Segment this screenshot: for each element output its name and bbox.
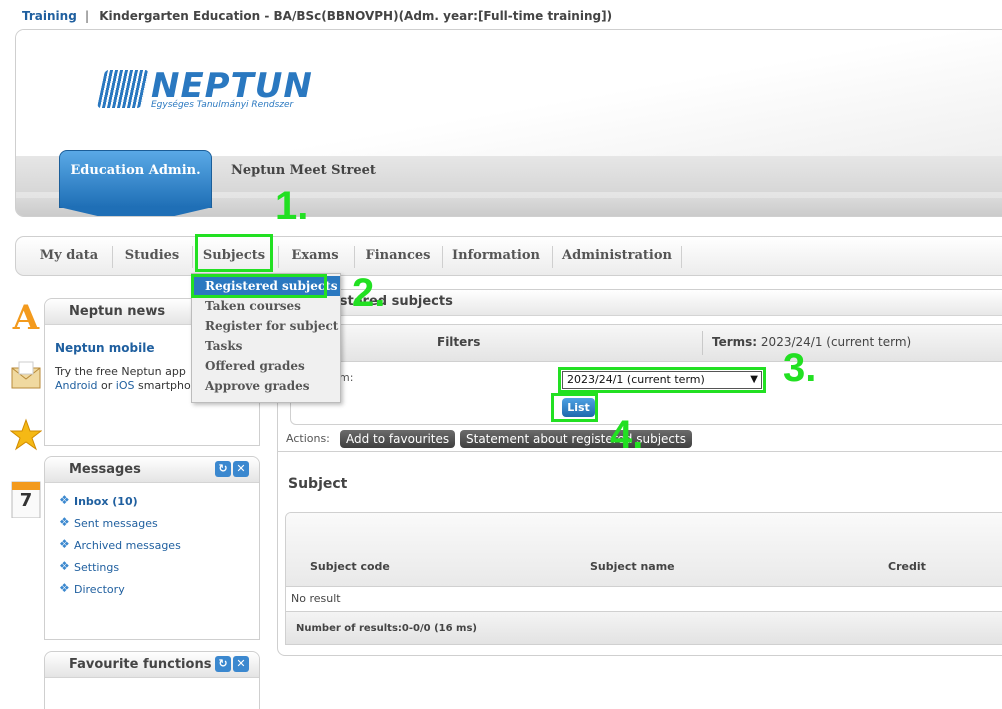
menu-register-for-subject[interactable]: Register for subject bbox=[192, 316, 340, 336]
breadcrumb-separator: | bbox=[84, 9, 90, 23]
a-icon-letter: A bbox=[12, 298, 40, 338]
ios-link[interactable]: iOS bbox=[116, 379, 135, 392]
neptun-logo-icon bbox=[96, 70, 150, 108]
education-admin-button[interactable]: Education Admin. bbox=[59, 150, 213, 216]
close-icon[interactable]: ✕ bbox=[233, 656, 249, 672]
bullet-icon: ❖ bbox=[59, 559, 70, 573]
news-text-line2: Android or iOS smartpho bbox=[55, 379, 191, 392]
annotation-3: 3. bbox=[783, 346, 817, 390]
filters-divider bbox=[702, 331, 703, 355]
favourite-functions-box: Favourite functions ↻ ✕ bbox=[44, 651, 260, 709]
envelope-icon[interactable] bbox=[10, 358, 42, 398]
menu-divider bbox=[442, 246, 443, 268]
highlight-registered-subjects bbox=[191, 274, 327, 298]
sent-messages-label: Sent messages bbox=[74, 517, 158, 530]
news-smartphone: smartpho bbox=[138, 379, 191, 392]
menu-divider bbox=[552, 246, 553, 268]
column-credit[interactable]: Credit bbox=[888, 560, 926, 573]
favourite-tools: ↻ ✕ bbox=[213, 656, 249, 672]
bullet-icon: ❖ bbox=[59, 537, 70, 551]
logo-subtitle: Egységes Tanulmányi Rendszer bbox=[151, 100, 294, 110]
sent-messages-link[interactable]: ❖ Sent messages bbox=[59, 515, 158, 530]
terms-label: Terms: bbox=[712, 335, 758, 349]
filters-title: Filters bbox=[437, 335, 481, 349]
bullet-icon: ❖ bbox=[59, 515, 70, 529]
subjects-table: Subject code Subject name Credit No resu… bbox=[285, 512, 1002, 645]
menu-exams[interactable]: Exams bbox=[282, 237, 348, 275]
term-field-label: m: bbox=[339, 371, 354, 384]
neptun-mobile-headline[interactable]: Neptun mobile bbox=[55, 341, 154, 355]
news-or: or bbox=[101, 379, 113, 392]
neptun-meet-street-link[interactable]: Neptun Meet Street bbox=[231, 163, 376, 178]
news-text: Try the free Neptun app bbox=[55, 365, 186, 378]
menu-divider bbox=[112, 246, 113, 268]
menu-offered-grades[interactable]: Offered grades bbox=[192, 356, 340, 376]
menu-divider bbox=[354, 246, 355, 268]
menu-my-data[interactable]: My data bbox=[28, 237, 110, 275]
close-icon[interactable]: ✕ bbox=[233, 461, 249, 477]
subject-section-title: Subject bbox=[288, 476, 348, 492]
bullet-icon: ❖ bbox=[59, 581, 70, 595]
highlight-term-select bbox=[558, 367, 766, 393]
breadcrumb-program: Kindergarten Education - BA/BSc(BBNOVPH)… bbox=[99, 9, 613, 23]
highlight-subjects bbox=[195, 234, 273, 272]
breadcrumb-training-link[interactable]: Training bbox=[22, 9, 77, 23]
main-menu: My data Studies Subjects Exams Finances … bbox=[15, 236, 1002, 276]
refresh-icon[interactable]: ↻ bbox=[215, 656, 231, 672]
actions-label: Actions: bbox=[286, 432, 330, 445]
android-link[interactable]: Android bbox=[55, 379, 98, 392]
statement-button[interactable]: Statement about registered subjects bbox=[460, 430, 692, 448]
annotation-1: 1. bbox=[275, 184, 309, 228]
no-result-text: No result bbox=[291, 592, 341, 605]
bullet-icon: ❖ bbox=[59, 493, 70, 507]
inbox-label: Inbox (10) bbox=[74, 495, 138, 508]
menu-tasks[interactable]: Tasks bbox=[192, 336, 340, 356]
menu-finances[interactable]: Finances bbox=[358, 237, 438, 275]
menu-taken-courses[interactable]: Taken courses bbox=[192, 296, 340, 316]
settings-link[interactable]: ❖ Settings bbox=[59, 559, 120, 574]
menu-studies[interactable]: Studies bbox=[116, 237, 188, 275]
archived-messages-link[interactable]: ❖ Archived messages bbox=[59, 537, 181, 552]
menu-divider bbox=[681, 246, 682, 268]
annotation-4: 4. bbox=[610, 413, 644, 457]
archived-messages-label: Archived messages bbox=[74, 539, 181, 552]
inbox-link[interactable]: ❖ Inbox (10) bbox=[59, 493, 138, 508]
breadcrumb: Training | Kindergarten Education - BA/B… bbox=[22, 9, 612, 23]
menu-divider bbox=[278, 246, 279, 268]
add-to-favourites-button[interactable]: Add to favourites bbox=[340, 430, 456, 448]
header-banner: NEPTUN Egységes Tanulmányi Rendszer Educ… bbox=[15, 29, 1002, 217]
neptun-logo[interactable]: NEPTUN Egységes Tanulmányi Rendszer bbox=[96, 66, 312, 112]
directory-label: Directory bbox=[74, 583, 125, 596]
messages-box: Messages ↻ ✕ ❖ Inbox (10) ❖ Sent messages ❖… bbox=[44, 456, 260, 640]
table-footer: Number of results:0-0/0 (16 ms) bbox=[286, 611, 1002, 644]
star-icon[interactable] bbox=[9, 418, 43, 458]
menu-administration[interactable]: Administration bbox=[556, 237, 678, 275]
menu-divider bbox=[192, 246, 193, 268]
column-subject-name[interactable]: Subject name bbox=[590, 560, 675, 573]
calendar-day: 7 bbox=[19, 490, 33, 511]
calendar-icon[interactable]: 7 bbox=[10, 478, 42, 518]
menu-approve-grades[interactable]: Approve grades bbox=[192, 376, 340, 396]
results-count: Number of results:0-0/0 (16 ms) bbox=[296, 623, 477, 634]
directory-link[interactable]: ❖ Directory bbox=[59, 581, 125, 596]
filters-header[interactable]: Filters Terms: 2023/24/1 (current term) bbox=[290, 324, 1002, 362]
panel-header: gistered subjects bbox=[278, 290, 1002, 316]
highlight-list-button bbox=[551, 393, 598, 422]
column-subject-code[interactable]: Subject code bbox=[310, 560, 390, 573]
annotation-2: 2. bbox=[352, 271, 386, 315]
messages-tools: ↻ ✕ bbox=[213, 461, 249, 477]
table-header: Subject code Subject name Credit bbox=[286, 513, 1002, 587]
menu-information[interactable]: Information bbox=[446, 237, 546, 275]
refresh-icon[interactable]: ↻ bbox=[215, 461, 231, 477]
a-icon[interactable]: A bbox=[10, 298, 42, 338]
panel-title: gistered subjects bbox=[326, 294, 453, 309]
settings-label: Settings bbox=[74, 561, 120, 574]
